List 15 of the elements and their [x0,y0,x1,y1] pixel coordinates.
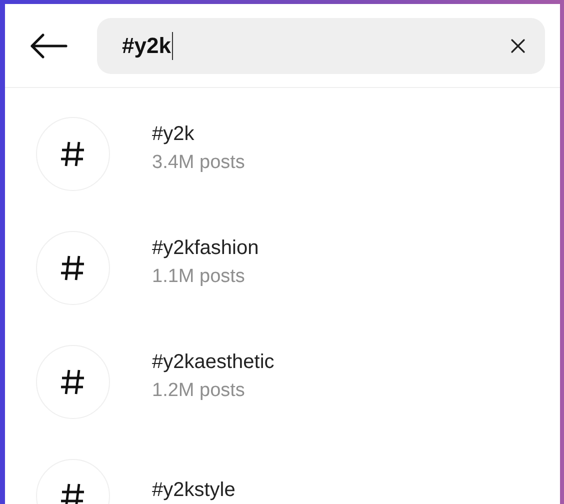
hashtag-title[interactable]: #y2kaesthetic [152,350,274,374]
hashtag-icon [60,139,86,169]
search-field[interactable]: #y2k [97,18,545,74]
post-count: 3.4M posts [152,152,245,174]
post-count: 1.1M posts [152,266,246,288]
hashtag-title[interactable]: #y2k [152,122,245,146]
close-icon [510,38,526,54]
hashtag-icon [60,481,86,504]
hashtag-title[interactable]: #y2kstyle [152,478,236,502]
post-count: 1.2M posts [152,380,246,402]
back-button[interactable] [29,30,69,60]
hashtag-title[interactable]: #y2kfashion [152,236,259,260]
hashtag-icon [60,253,86,283]
back-arrow-icon [30,32,68,58]
hashtag-icon [60,367,86,397]
